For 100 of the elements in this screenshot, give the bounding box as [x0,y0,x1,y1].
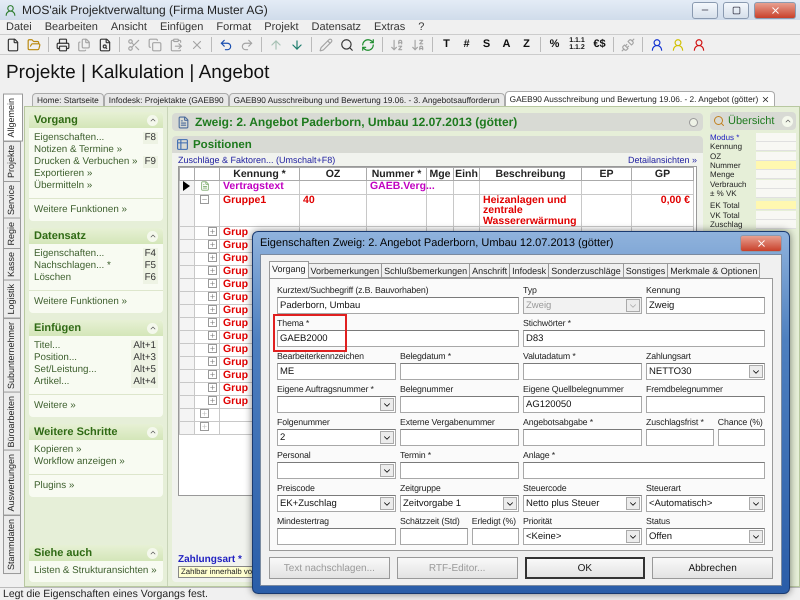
sidebar-link[interactable]: Drucken & Verbuchen » F9 [34,156,158,168]
menu-item[interactable]: Ansicht [110,21,147,33]
toolbar-button[interactable]: % [546,36,563,53]
close-icon[interactable] [761,94,770,104]
input-field[interactable]: Zweig [646,297,765,314]
dialog-button[interactable]: OK [524,557,646,579]
vertical-tab[interactable]: Subunternehmer [3,318,21,393]
toolbar-button[interactable]: A [498,36,515,53]
vertical-tab[interactable]: Logistik [3,280,21,319]
sidebar-link[interactable]: Plugins » [34,480,158,492]
sidebar-link[interactable]: Kopieren » [34,444,158,456]
sidebar-link[interactable]: Weitere Funktionen » [34,296,158,308]
close-button[interactable] [754,2,796,18]
sidebar-link[interactable]: Nachschlagen... * F5 [34,260,158,272]
dialog-tab[interactable]: Vorgang [269,261,309,278]
expand-icon[interactable] [208,266,217,275]
input-field[interactable] [523,429,642,446]
sidebar-link[interactable]: Titel... Alt+1 [34,340,158,352]
input-field[interactable] [400,528,468,545]
sidebar-link[interactable]: Weitere » [34,400,158,412]
collapse-button[interactable] [147,426,158,438]
menu-item[interactable]: Datensatz [312,21,362,33]
menu-item[interactable]: Bearbeiten [44,21,98,33]
dialog-tab[interactable]: Sonderzuschläge [548,263,624,278]
link[interactable]: Zuschläge & Faktoren... (Umschalt+F8) [178,155,336,165]
collapse-button[interactable] [147,114,158,126]
sidebar-link[interactable]: Position... Alt+3 [34,352,158,364]
vertical-tab[interactable]: Service [3,180,21,219]
menu-item[interactable]: Extras [374,21,406,33]
input-field[interactable] [523,462,765,479]
dialog-tab[interactable]: Schlußbemerkungen [381,263,470,278]
expand-icon[interactable] [208,370,217,379]
collapse-button[interactable] [147,548,158,558]
toolbar-button[interactable]: # [458,36,475,53]
sidebar-link[interactable]: Löschen F6 [34,272,158,284]
dialog-tab[interactable]: Infodesk [509,263,550,278]
expand-icon[interactable] [208,240,217,249]
vertical-tab[interactable]: Allgemein [3,94,23,142]
dropdown[interactable]: <Keine> [523,528,642,545]
link[interactable]: Detailansichten » [628,155,697,165]
dropdown[interactable]: Offen [646,528,765,545]
sidebar-link[interactable]: Weitere Funktionen » [34,204,158,216]
input-field[interactable] [472,528,519,545]
dropdown[interactable]: EK+Zuschlag [277,495,396,512]
input-field[interactable] [400,462,519,479]
vertical-tab[interactable]: Büroarbeiten [3,392,21,452]
document-tab[interactable]: Home: Startseite [32,93,104,106]
expand-icon[interactable] [208,279,217,288]
dropdown[interactable]: Netto plus Steuer [523,495,642,512]
menu-item[interactable]: Format [216,21,252,33]
toolbar-button[interactable]: S [478,36,495,53]
input-field[interactable] [646,429,714,446]
collapse-button[interactable] [147,230,158,242]
dialog-tab[interactable]: Merkmale & Optionen [667,263,760,278]
input-field[interactable]: ME [277,363,396,380]
input-field[interactable]: D83 [523,330,765,347]
sidebar-link[interactable]: Workflow anzeigen » [34,456,158,468]
dropdown[interactable] [277,396,396,413]
close-button[interactable] [740,234,782,252]
dialog-tab[interactable]: Vorbemerkungen [308,263,382,278]
document-tab[interactable]: GAEB90 Ausschreibung und Bewertung 19.06. - 3. Angebotsaufforderun [228,93,505,106]
expand-icon[interactable] [208,292,217,301]
collapse-button[interactable] [782,116,793,126]
input-field[interactable] [400,363,519,380]
expand-icon[interactable] [208,253,217,262]
dropdown[interactable]: Zeitvorgabe 1 [400,495,519,512]
sidebar-link[interactable]: Set/Leistung... Alt+5 [34,364,158,376]
vertical-tab[interactable]: Stammdaten [3,514,21,574]
input-field[interactable] [400,429,519,446]
input-field[interactable] [646,396,765,413]
toolbar-button[interactable] [54,36,72,53]
input-field[interactable] [400,396,519,413]
menu-item[interactable]: Datei [6,21,32,33]
menu-item[interactable]: Einfügen [160,21,204,33]
sidebar-link[interactable]: Listen & Strukturansichten » [34,565,158,577]
maximize-button[interactable] [723,2,749,18]
dropdown[interactable] [277,462,396,479]
expand-icon[interactable] [208,344,217,353]
vertical-tab[interactable]: Auswertungen [3,450,21,516]
sidebar-link[interactable]: Eigenschaften... F8 [34,132,158,144]
expand-icon[interactable] [200,409,209,418]
sidebar-link[interactable]: Notizen & Termine » [34,144,158,156]
expand-icon[interactable] [208,318,217,327]
menu-item[interactable]: Projekt [264,21,299,33]
expand-icon[interactable] [208,396,217,405]
expand-icon[interactable] [208,357,217,366]
dropdown[interactable]: NETTO30 [646,363,765,380]
document-tab[interactable]: Infodesk: Projektakte (GAEB90 [104,93,229,106]
expand-icon[interactable] [208,227,217,236]
toolbar-button[interactable]: Z [518,36,535,53]
input-field[interactable]: GAEB2000 [277,330,519,347]
input-field[interactable] [718,429,765,446]
expand-icon[interactable] [208,305,217,314]
sidebar-link[interactable]: Eigenschaften... F4 [34,248,158,260]
vertical-tab[interactable]: Regie [3,218,21,250]
dialog-tab[interactable]: Anschrift [469,263,510,278]
vertical-tab[interactable]: Projekte [3,140,21,182]
expand-icon[interactable] [208,383,217,392]
input-field[interactable]: AG120050 [523,396,642,413]
vertical-tab[interactable]: Kasse [3,248,21,282]
